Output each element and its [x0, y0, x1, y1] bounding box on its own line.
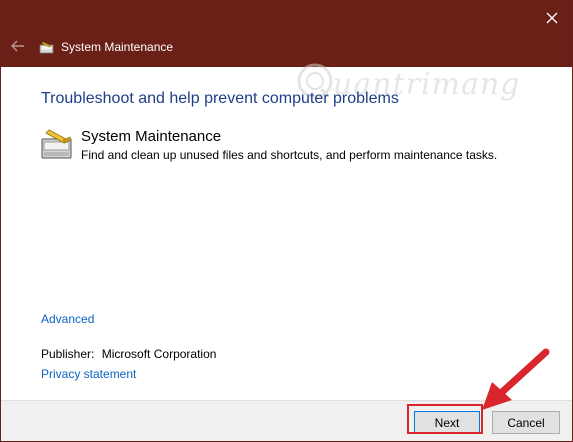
title-bar: System Maintenance	[1, 1, 572, 67]
back-button[interactable]	[9, 37, 27, 55]
advanced-link[interactable]: Advanced	[41, 312, 94, 327]
back-arrow-icon	[11, 40, 24, 52]
window-title: System Maintenance	[61, 40, 174, 54]
item-description: Find and clean up unused files and short…	[81, 148, 498, 162]
publisher-line: Publisher: Microsoft Corporation	[41, 347, 216, 362]
cancel-button[interactable]: Cancel	[492, 411, 560, 434]
page-heading: Troubleshoot and help prevent computer p…	[41, 90, 399, 107]
publisher-label: Publisher:	[41, 347, 95, 361]
publisher-value: Microsoft Corporation	[101, 347, 217, 361]
privacy-statement-link[interactable]: Privacy statement	[41, 367, 136, 382]
system-maintenance-icon	[41, 129, 72, 159]
item-title: System Maintenance	[81, 128, 222, 145]
close-icon	[546, 12, 558, 24]
close-button[interactable]	[540, 7, 564, 29]
footer-bar: Next Cancel	[1, 400, 572, 441]
troubleshooter-window: System Maintenance uantrimang Troublesho…	[0, 0, 573, 442]
system-maintenance-icon	[39, 41, 54, 54]
next-button[interactable]: Next	[414, 411, 480, 434]
